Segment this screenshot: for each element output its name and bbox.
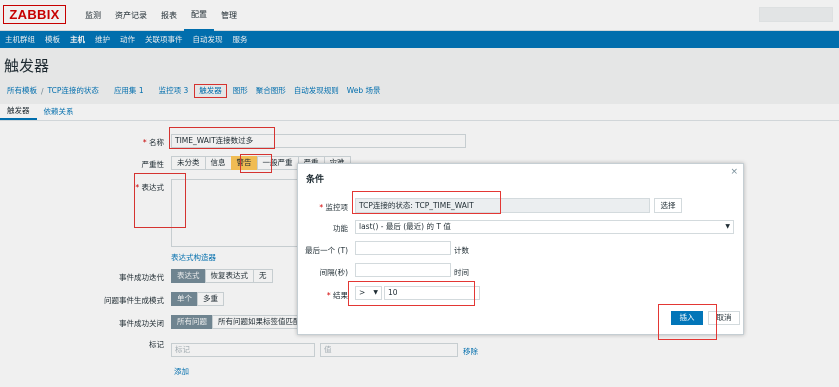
last-of-input[interactable] bbox=[355, 241, 451, 255]
last-of-unit: 计数 bbox=[454, 246, 469, 255]
select-item-button[interactable]: 选择 bbox=[654, 198, 682, 213]
annotation-box bbox=[658, 304, 717, 340]
chevron-down-icon: ▼ bbox=[725, 223, 730, 230]
function-label: 功能 bbox=[333, 224, 348, 233]
last-of-label: 最后一个 (T) bbox=[305, 246, 348, 255]
condition-dialog: 条件 × * 监控项 TCP连接的状态: TCP_TIME_WAIT 选择 功能… bbox=[297, 163, 744, 340]
time-shift-label: 间隔(秒) bbox=[319, 268, 348, 277]
function-select[interactable]: last() - 最后 (最近) 的 T 值 ▼ bbox=[355, 220, 734, 234]
time-shift-unit: 时间 bbox=[454, 268, 469, 277]
result-label: * 结果 bbox=[326, 291, 348, 300]
dialog-title: 条件 bbox=[306, 175, 325, 185]
annotation-box bbox=[348, 281, 475, 306]
time-shift-input[interactable] bbox=[355, 263, 451, 277]
item-label: * 监控项 bbox=[319, 203, 348, 212]
close-icon[interactable]: × bbox=[730, 167, 738, 177]
annotation-box bbox=[352, 191, 501, 214]
